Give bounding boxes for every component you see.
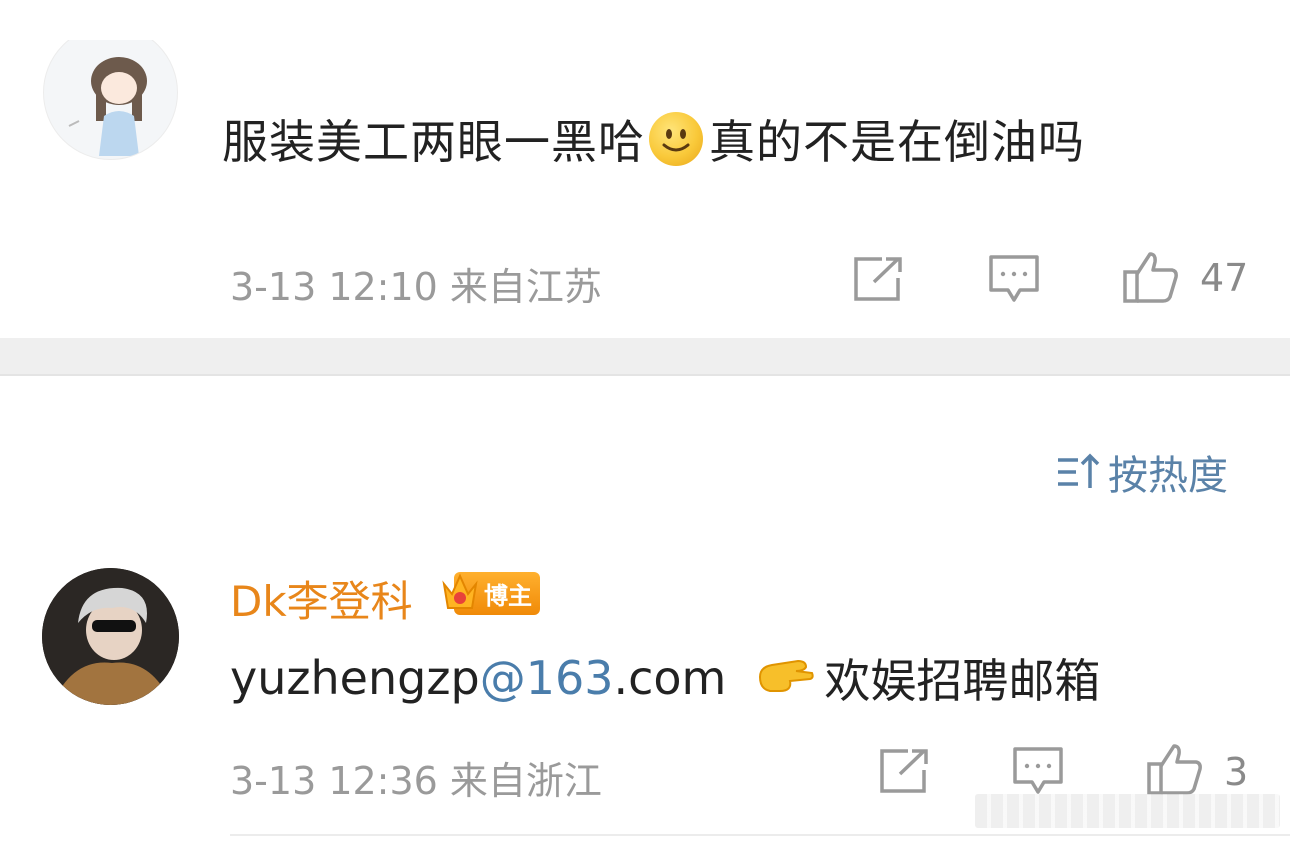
comment-icon[interactable] [988,254,1040,304]
blogger-badge: 博主 [440,570,540,616]
comment2-text: yuzhengzp @163 .com 欢娱招聘邮箱 [230,646,1100,710]
comment1-text-before: 服装美工两眼一黑哈 [222,115,645,169]
comment1-like-count: 47 [1200,256,1249,300]
smile-emoji-icon [649,112,703,166]
comment1-meta: 3-13 12:10 来自江苏 [230,265,602,309]
comment1-text: 服装美工两眼一黑哈 真的不是在倒油吗 [222,108,1085,170]
crown-icon [442,573,478,609]
watermark-overlay [975,794,1280,828]
comment2-meta: 3-13 12:36 来自浙江 [230,759,602,803]
sort-label: 按热度 [1108,453,1228,499]
comment2-avatar[interactable] [42,568,179,705]
share-icon[interactable] [852,256,904,302]
comment1-avatar[interactable] [43,40,178,160]
comment2-text-after: 欢娱招聘邮箱 [824,654,1101,708]
pointing-hand-icon [756,651,816,705]
comment2-text-prefix: yuzhengzp [230,651,480,705]
comment2-text-suffix: .com [613,651,727,705]
comment2-username[interactable]: Dk李登科 [230,568,413,629]
sort-icon [1058,453,1100,488]
avatar-illustration-icon [68,57,147,156]
comment1-text-after: 真的不是在倒油吗 [709,115,1085,169]
like-icon[interactable] [1146,742,1204,796]
avatar-photo-icon [42,568,179,705]
section-separator [0,338,1290,376]
comment-icon[interactable] [1012,746,1064,796]
like-icon[interactable] [1122,250,1180,304]
comment2-mention-link[interactable]: @163 [480,651,614,705]
comment-divider [230,834,1290,836]
share-icon[interactable] [878,748,930,794]
comment2-like-count: 3 [1224,750,1249,794]
sort-by-hot-button[interactable]: 按热度 [1056,448,1228,499]
